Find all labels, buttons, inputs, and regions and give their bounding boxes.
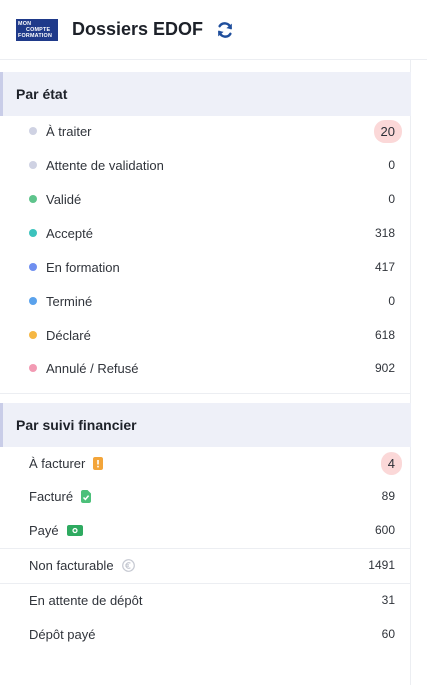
filter-a-facturer[interactable]: À facturer 4 (0, 446, 411, 480)
filter-non-facturable[interactable]: Non facturable 1491 (0, 548, 411, 582)
filter-label: Non facturable (29, 557, 114, 573)
section-suivi-financier[interactable]: Par suivi financier (0, 403, 427, 447)
refresh-icon[interactable] (215, 20, 235, 40)
filter-label: Attente de validation (46, 157, 164, 173)
filter-label: En attente de dépôt (29, 592, 143, 608)
count-value: 0 (388, 192, 395, 206)
status-dot (29, 364, 37, 372)
filter-label: À facturer (29, 455, 86, 471)
section-title: Par état (16, 86, 68, 102)
count-value: 1491 (368, 558, 395, 572)
invoice-pending-icon (93, 456, 104, 470)
filter-label: Dépôt payé (29, 626, 96, 642)
count-value: 417 (374, 260, 395, 274)
status-dot (29, 331, 37, 339)
status-dot (29, 229, 37, 237)
scrollbar-track[interactable] (411, 60, 427, 685)
filter-label: Annulé / Refusé (46, 360, 139, 376)
status-dot (29, 161, 37, 169)
count-value: 0 (388, 294, 395, 308)
status-dot (29, 263, 37, 271)
count-value: 0 (388, 158, 395, 172)
count-value: 902 (374, 361, 395, 375)
status-dot (29, 297, 37, 305)
filter-facture[interactable]: Facturé 89 (0, 479, 411, 513)
count-badge: 20 (373, 119, 402, 143)
app-header: MON COMPTE FORMATION Dossiers EDOF (0, 0, 427, 60)
status-dot (29, 195, 37, 203)
no-euro-icon (121, 558, 135, 572)
filter-label: En formation (46, 259, 120, 275)
filter-annule-refuse[interactable]: Annulé / Refusé 902 (0, 351, 411, 385)
status-dot (29, 127, 37, 135)
count-value: 60 (381, 627, 395, 641)
count-value: 31 (381, 593, 395, 607)
filters-panel: Par état À traiter 20 Attente de validat… (0, 60, 425, 685)
filter-label: Déclaré (46, 327, 91, 343)
count-value: 618 (374, 328, 395, 342)
count-value: 318 (374, 226, 395, 240)
invoice-done-icon (81, 489, 92, 503)
filter-accepte[interactable]: Accepté 318 (0, 216, 411, 250)
divider (0, 393, 411, 394)
section-par-etat[interactable]: Par état (0, 72, 427, 116)
page-title: Dossiers EDOF (72, 19, 204, 39)
filter-label: Terminé (46, 293, 93, 309)
filter-a-traiter[interactable]: À traiter 20 (0, 114, 411, 148)
count-value: 89 (381, 489, 395, 503)
banknote-icon (66, 524, 83, 536)
filter-paye[interactable]: Payé 600 (0, 513, 411, 547)
filter-valide[interactable]: Validé 0 (0, 182, 411, 216)
count-badge: 4 (380, 451, 402, 475)
filter-label: Facturé (29, 488, 74, 504)
filter-termine[interactable]: Terminé 0 (0, 284, 411, 318)
filter-en-attente-depot[interactable]: En attente de dépôt 31 (0, 583, 411, 617)
filter-label: Validé (46, 191, 82, 207)
filter-label: À traiter (46, 123, 92, 139)
filter-label: Accepté (46, 225, 93, 241)
mon-compte-formation-logo: MON COMPTE FORMATION (16, 18, 58, 41)
filter-depot-paye[interactable]: Dépôt payé 60 (0, 617, 411, 651)
count-value: 600 (374, 523, 395, 537)
filter-declare[interactable]: Déclaré 618 (0, 318, 411, 352)
filter-label: Payé (29, 522, 59, 538)
filter-attente-validation[interactable]: Attente de validation 0 (0, 148, 411, 182)
filter-en-formation[interactable]: En formation 417 (0, 250, 411, 284)
section-title: Par suivi financier (16, 417, 137, 433)
